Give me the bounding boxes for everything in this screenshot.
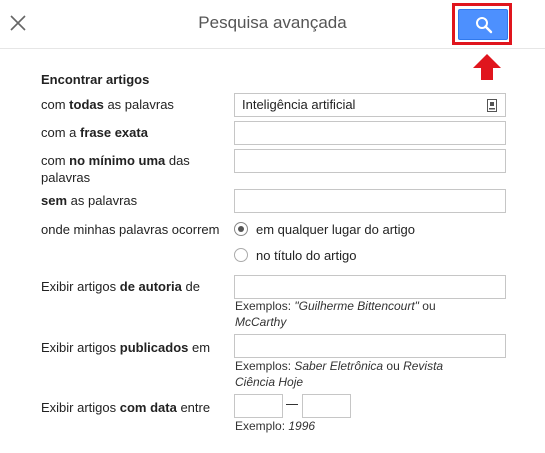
label-where-occur: onde minhas palavras ocorrem [41,222,220,237]
label-date-between: Exibir artigos com data entre [41,400,211,415]
label-at-least-one: com no mínimo uma das palavras [41,153,190,185]
search-icon [476,17,493,34]
published-hint: Exemplos: Saber Eletrônica ou Revista Ciê… [235,359,444,389]
radio-button[interactable] [234,248,248,262]
label-without-words: sem as palavras [41,193,138,208]
date-range-dash [286,404,298,405]
arrow-up-icon [473,54,501,80]
label-author: Exibir artigos de autoria de [41,279,200,294]
author-hint: Exemplos: "Guilherme Bittencourt" ou McCa… [235,299,436,329]
keyboard-icon[interactable] [487,99,497,112]
label-published-in: Exibir artigos publicados em [41,340,211,355]
radio-button-checked[interactable] [234,222,248,236]
date-from-input[interactable] [234,394,283,418]
published-in-input[interactable] [234,334,506,358]
exact-phrase-input[interactable] [234,121,506,145]
date-hint: Exemplo: 1996 [235,419,316,433]
search-button[interactable] [458,9,508,40]
author-input[interactable] [234,275,506,299]
without-words-input[interactable] [234,189,506,213]
date-to-input[interactable] [302,394,351,418]
label-exact-phrase: com a frase exata [41,125,148,140]
section-title: Encontrar artigos [41,72,150,87]
at-least-one-input[interactable] [234,149,506,173]
all-words-input[interactable]: Inteligência artificial [234,93,506,117]
label-all-words: com todas as palavras [41,97,174,112]
